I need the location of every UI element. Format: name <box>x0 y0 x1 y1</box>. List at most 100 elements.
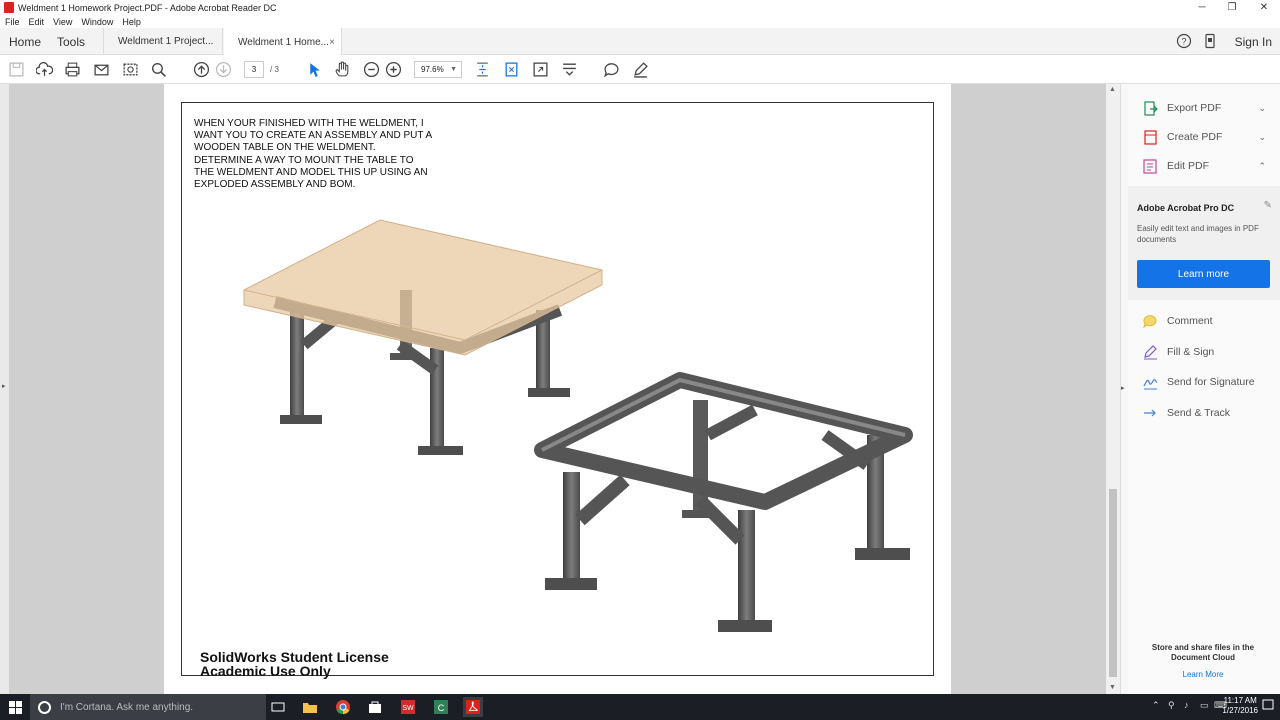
fit-page-icon[interactable] <box>474 61 491 78</box>
select-cursor-icon[interactable] <box>306 61 323 78</box>
edit-pdf-label: Edit PDF <box>1167 160 1210 172</box>
acrobat-icon <box>4 2 14 13</box>
minimize-button[interactable]: ─ <box>1186 0 1218 15</box>
export-pdf-item[interactable]: Export PDF ⌄ <box>1142 99 1272 117</box>
task-view-icon[interactable] <box>268 697 288 717</box>
zoom-out-icon[interactable] <box>363 61 380 78</box>
close-tab-icon[interactable]: × <box>329 37 335 48</box>
tab-bar: Home Tools Weldment 1 Project... Weldmen… <box>0 28 1280 56</box>
volume-icon[interactable]: ♪ <box>1184 700 1189 710</box>
send-track-label: Send & Track <box>1167 407 1231 419</box>
zoom-in-icon[interactable] <box>385 61 402 78</box>
tab-home[interactable]: Home <box>9 35 41 49</box>
license-line-2: Academic Use Only <box>200 663 331 679</box>
create-pdf-item[interactable]: Create PDF ⌄ <box>1142 128 1272 146</box>
fill-sign-item[interactable]: Fill & Sign <box>1142 343 1272 361</box>
page-total: / 3 <box>270 65 279 74</box>
acrobat-reader-taskbar-icon[interactable] <box>463 697 483 717</box>
send-track-item[interactable]: Send & Track <box>1142 404 1272 422</box>
next-page-icon[interactable] <box>215 61 232 78</box>
edit-pdf-item[interactable]: Edit PDF ⌃ <box>1142 157 1272 175</box>
signature-icon <box>1143 378 1158 389</box>
create-pdf-icon <box>1144 129 1157 145</box>
promo-title: Adobe Acrobat Pro DC <box>1137 203 1235 213</box>
page-number-input[interactable]: 3 <box>244 61 264 78</box>
left-panel-toggle[interactable]: ▸ <box>0 84 9 694</box>
instructions-text: WHEN YOUR FINISHED WITH THE WELDMENT, I … <box>194 118 432 191</box>
zoom-level-select[interactable]: 97.6% ▼ <box>414 61 462 78</box>
full-screen-icon[interactable] <box>532 61 549 78</box>
send-for-signature-item[interactable]: Send for Signature <box>1142 373 1272 391</box>
close-window-button[interactable]: ✕ <box>1248 0 1280 15</box>
sign-in-link[interactable]: Sign In <box>1235 35 1272 49</box>
solidworks-icon[interactable]: SW <box>398 697 418 717</box>
clock-time: 11:17 AM <box>1223 696 1257 705</box>
camtasia-icon[interactable]: C <box>431 697 451 717</box>
read-mode-icon[interactable] <box>503 61 520 78</box>
tab-tools[interactable]: Tools <box>57 35 85 49</box>
license-watermark: SolidWorks Student License Academic Use … <box>200 650 389 678</box>
comment-icon[interactable] <box>603 61 620 78</box>
file-explorer-icon[interactable] <box>300 697 320 717</box>
tab-document-2-label: Weldment 1 Home... <box>238 36 329 48</box>
chrome-icon[interactable] <box>333 697 353 717</box>
help-icon[interactable]: ? <box>1176 33 1192 49</box>
scroll-down-icon[interactable]: ▼ <box>1109 684 1116 691</box>
upload-cloud-icon[interactable] <box>36 61 53 78</box>
tab-document-2[interactable]: Weldment 1 Home... × <box>224 28 342 56</box>
store-icon[interactable] <box>365 697 385 717</box>
chevron-down-icon: ⌄ <box>1258 102 1266 113</box>
promo-text: Easily edit text and images in PDF docum… <box>1137 224 1259 244</box>
draw-pen-icon[interactable] <box>632 61 649 78</box>
menu-file[interactable]: File <box>5 17 20 27</box>
edit-pencil-icon: ✎ <box>1263 200 1272 211</box>
fill-sign-label: Fill & Sign <box>1167 346 1215 358</box>
tray-chevron-icon[interactable]: ⌃ <box>1152 700 1160 711</box>
chevron-up-icon: ⌃ <box>1258 160 1266 171</box>
tab-document-1[interactable]: Weldment 1 Project... <box>103 28 223 55</box>
system-clock[interactable]: 11:17 AM 1/27/2016 <box>1222 696 1258 716</box>
fill-sign-icon <box>1144 344 1157 359</box>
previous-page-icon[interactable] <box>193 61 210 78</box>
search-icon[interactable] <box>150 61 167 78</box>
comment-bubble-icon <box>1143 314 1157 328</box>
menu-window[interactable]: Window <box>81 17 113 27</box>
learn-more-button[interactable]: Learn more <box>1137 260 1270 288</box>
svg-text:SW: SW <box>402 705 414 712</box>
email-icon[interactable] <box>93 61 110 78</box>
vertical-scrollbar[interactable]: ▲ ▼ <box>1106 84 1120 694</box>
menu-help[interactable]: Help <box>122 17 141 27</box>
maximize-button[interactable]: ❐ <box>1216 0 1248 15</box>
hand-tool-icon[interactable] <box>334 61 351 78</box>
chevron-down-icon: ⌄ <box>1258 131 1266 142</box>
network-icon[interactable]: ⚲ <box>1168 700 1175 711</box>
menu-edit[interactable]: Edit <box>29 17 45 27</box>
mobile-link-icon[interactable] <box>1202 33 1218 49</box>
zoom-level-value: 97.6% <box>421 65 444 74</box>
chevron-down-icon: ▼ <box>450 66 457 73</box>
learn-more-link[interactable]: Learn More <box>1140 670 1266 679</box>
menu-view[interactable]: View <box>53 17 72 27</box>
cortana-search-box[interactable]: I'm Cortana. Ask me anything. <box>30 694 266 720</box>
scrollbar-thumb[interactable] <box>1109 489 1117 677</box>
edit-pdf-icon <box>1143 158 1157 174</box>
cortana-placeholder: I'm Cortana. Ask me anything. <box>60 701 194 713</box>
tab-document-1-label: Weldment 1 Project... <box>118 36 214 47</box>
save-icon[interactable] <box>8 61 25 78</box>
scroll-mode-icon[interactable] <box>561 61 578 78</box>
comment-item[interactable]: Comment <box>1142 312 1272 330</box>
notifications-icon[interactable] <box>1262 698 1274 712</box>
print-icon[interactable] <box>64 61 81 78</box>
scroll-up-icon[interactable]: ▲ <box>1109 86 1116 93</box>
create-pdf-label: Create PDF <box>1167 131 1223 143</box>
license-line-1: SolidWorks Student License <box>200 649 389 665</box>
snapshot-icon[interactable] <box>122 61 139 78</box>
send-for-signature-label: Send for Signature <box>1167 376 1255 388</box>
clock-date: 1/27/2016 <box>1222 706 1258 715</box>
battery-icon[interactable]: ▭ <box>1200 700 1209 711</box>
right-panel-toggle[interactable]: ▸ <box>1120 84 1128 694</box>
export-pdf-icon <box>1144 100 1158 116</box>
svg-text:C: C <box>438 703 445 713</box>
document-cloud-text: Store and share files in the Document Cl… <box>1151 643 1255 662</box>
windows-start-icon[interactable] <box>9 701 22 714</box>
